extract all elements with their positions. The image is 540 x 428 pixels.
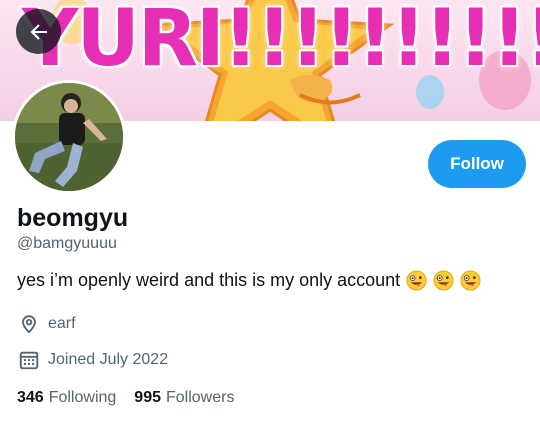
- avatar-photo: [15, 83, 123, 191]
- joined-text: Joined July 2022: [48, 351, 169, 368]
- avatar[interactable]: [12, 80, 126, 194]
- following-count: 346: [17, 389, 44, 406]
- handle: @bamgyuuuu: [17, 235, 117, 252]
- arrow-left-icon: [30, 23, 47, 40]
- bio-emojis: [406, 270, 481, 291]
- calendar-icon: [18, 349, 40, 371]
- location-row: earf: [18, 313, 76, 335]
- followers-label: Followers: [166, 389, 235, 406]
- bio: yes i’m openly weird and this is my only…: [17, 270, 481, 291]
- zany-face-icon: [433, 270, 454, 291]
- bio-text: yes i’m openly weird and this is my only…: [17, 270, 401, 290]
- following-label: Following: [48, 389, 117, 406]
- location-pin-icon: [18, 313, 40, 335]
- followers-count: 995: [134, 389, 161, 406]
- back-button[interactable]: [16, 9, 61, 54]
- follow-stats: 346 Following 995 Followers: [17, 389, 252, 407]
- joined-row: Joined July 2022: [18, 349, 168, 371]
- following-link[interactable]: 346 Following: [17, 389, 116, 407]
- zany-face-icon: [406, 270, 427, 291]
- followers-link[interactable]: 995 Followers: [134, 389, 234, 407]
- display-name: beomgyu: [17, 204, 129, 232]
- follow-button[interactable]: Follow: [428, 140, 526, 188]
- location-text: earf: [48, 315, 76, 332]
- zany-face-icon: [460, 270, 481, 291]
- banner-text: YURI!!!!!!!!!!!!!!: [22, 0, 540, 84]
